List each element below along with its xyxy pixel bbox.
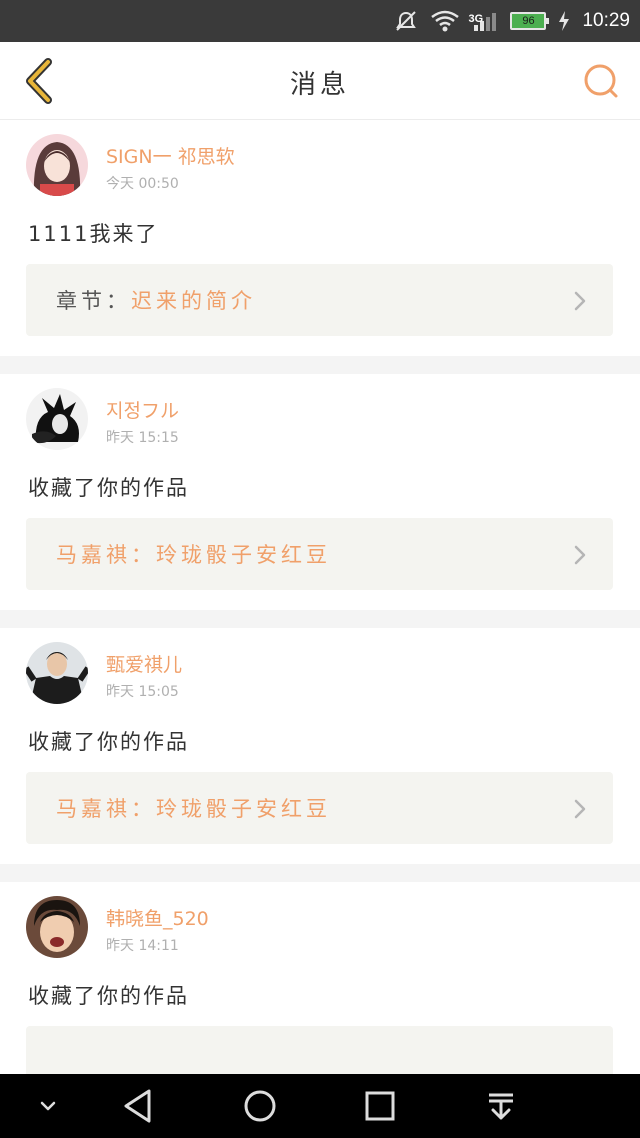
timestamp: 今天 00:50 <box>106 176 179 192</box>
notification-pulldown-button[interactable] <box>461 1074 541 1138</box>
clock: 10:29 <box>582 10 630 31</box>
reference-text: 马嘉祺：玲珑骰子安红豆 <box>56 793 331 823</box>
reference-prefix: 章节： <box>56 289 131 313</box>
message-text: 收藏了你的作品 <box>28 730 189 754</box>
divider <box>0 610 640 628</box>
reference-title: 迟来的简介 <box>131 289 256 313</box>
avatar[interactable] <box>26 642 88 704</box>
message-text: 收藏了你的作品 <box>28 984 189 1008</box>
battery-indicator: 96 <box>510 12 550 30</box>
message-text: 收藏了你的作品 <box>28 476 189 500</box>
timestamp: 昨天 15:05 <box>106 684 179 700</box>
triangle-back-icon <box>124 1089 151 1123</box>
work-reference-link[interactable]: 马嘉祺：玲珑骰子安红豆 <box>26 772 613 844</box>
hide-nav-button[interactable] <box>8 1074 88 1138</box>
reference-prefix: 马嘉祺： <box>56 543 156 567</box>
system-nav-bar <box>0 1074 640 1138</box>
wifi-icon <box>430 9 460 33</box>
timestamp: 昨天 15:15 <box>106 430 179 446</box>
avatar[interactable] <box>26 896 88 958</box>
title-bar: 消息 <box>0 42 640 120</box>
reference-title: 玲珑骰子安红豆 <box>156 543 331 567</box>
divider <box>0 864 640 882</box>
mute-icon <box>394 9 418 33</box>
circle-home-icon <box>244 1090 276 1122</box>
battery-level: 96 <box>522 15 535 27</box>
signal-icon: 3G <box>468 9 498 33</box>
chevron-right-icon <box>574 291 586 311</box>
reference-text: 马嘉祺：玲珑骰子安红豆 <box>56 539 331 569</box>
username[interactable]: 甄爱祺儿 <box>106 650 182 677</box>
avatar[interactable] <box>26 388 88 450</box>
chevron-right-icon <box>574 799 586 819</box>
reference-prefix: 马嘉祺： <box>56 797 156 821</box>
page-title: 消息 <box>289 70 350 100</box>
home-nav-button[interactable] <box>220 1074 300 1138</box>
username[interactable]: SIGN一 祁思软 <box>106 142 235 169</box>
message-item: SIGN一 祁思软 今天 00:50 1111我来了 章节：迟来的简介 <box>0 120 640 356</box>
chevron-down-icon <box>40 1101 56 1111</box>
avatar[interactable] <box>26 134 88 196</box>
work-reference-link[interactable]: 章节：迟来的简介 <box>26 264 613 336</box>
back-nav-button[interactable] <box>98 1074 178 1138</box>
network-type: 3G <box>468 13 484 25</box>
square-recents-icon <box>365 1091 395 1121</box>
username[interactable]: 韩晓鱼_520 <box>106 904 209 931</box>
message-text: 1111我来了 <box>28 222 159 246</box>
search-button[interactable] <box>576 56 626 106</box>
recents-nav-button[interactable] <box>340 1074 420 1138</box>
username[interactable]: 지정フル <box>106 396 179 423</box>
status-icons: 3G 96 10:29 <box>394 0 630 42</box>
reference-title: 玲珑骰子安红豆 <box>156 797 331 821</box>
message-list: SIGN一 祁思软 今天 00:50 1111我来了 章节：迟来的简介 지정フル… <box>0 120 640 1118</box>
work-reference-link[interactable]: 马嘉祺：玲珑骰子安红豆 <box>26 518 613 590</box>
status-bar: 3G 96 10:29 <box>0 0 640 42</box>
message-item: 지정フル 昨天 15:15 收藏了你的作品 马嘉祺：玲珑骰子安红豆 <box>0 374 640 610</box>
chevron-right-icon <box>574 545 586 565</box>
divider <box>0 356 640 374</box>
message-item: 甄爱祺儿 昨天 15:05 收藏了你的作品 马嘉祺：玲珑骰子安红豆 <box>0 628 640 864</box>
search-icon <box>584 64 618 98</box>
timestamp: 昨天 14:11 <box>106 938 179 954</box>
pull-down-icon <box>489 1093 513 1120</box>
charging-icon <box>558 10 570 32</box>
reference-text: 章节：迟来的简介 <box>56 285 256 315</box>
